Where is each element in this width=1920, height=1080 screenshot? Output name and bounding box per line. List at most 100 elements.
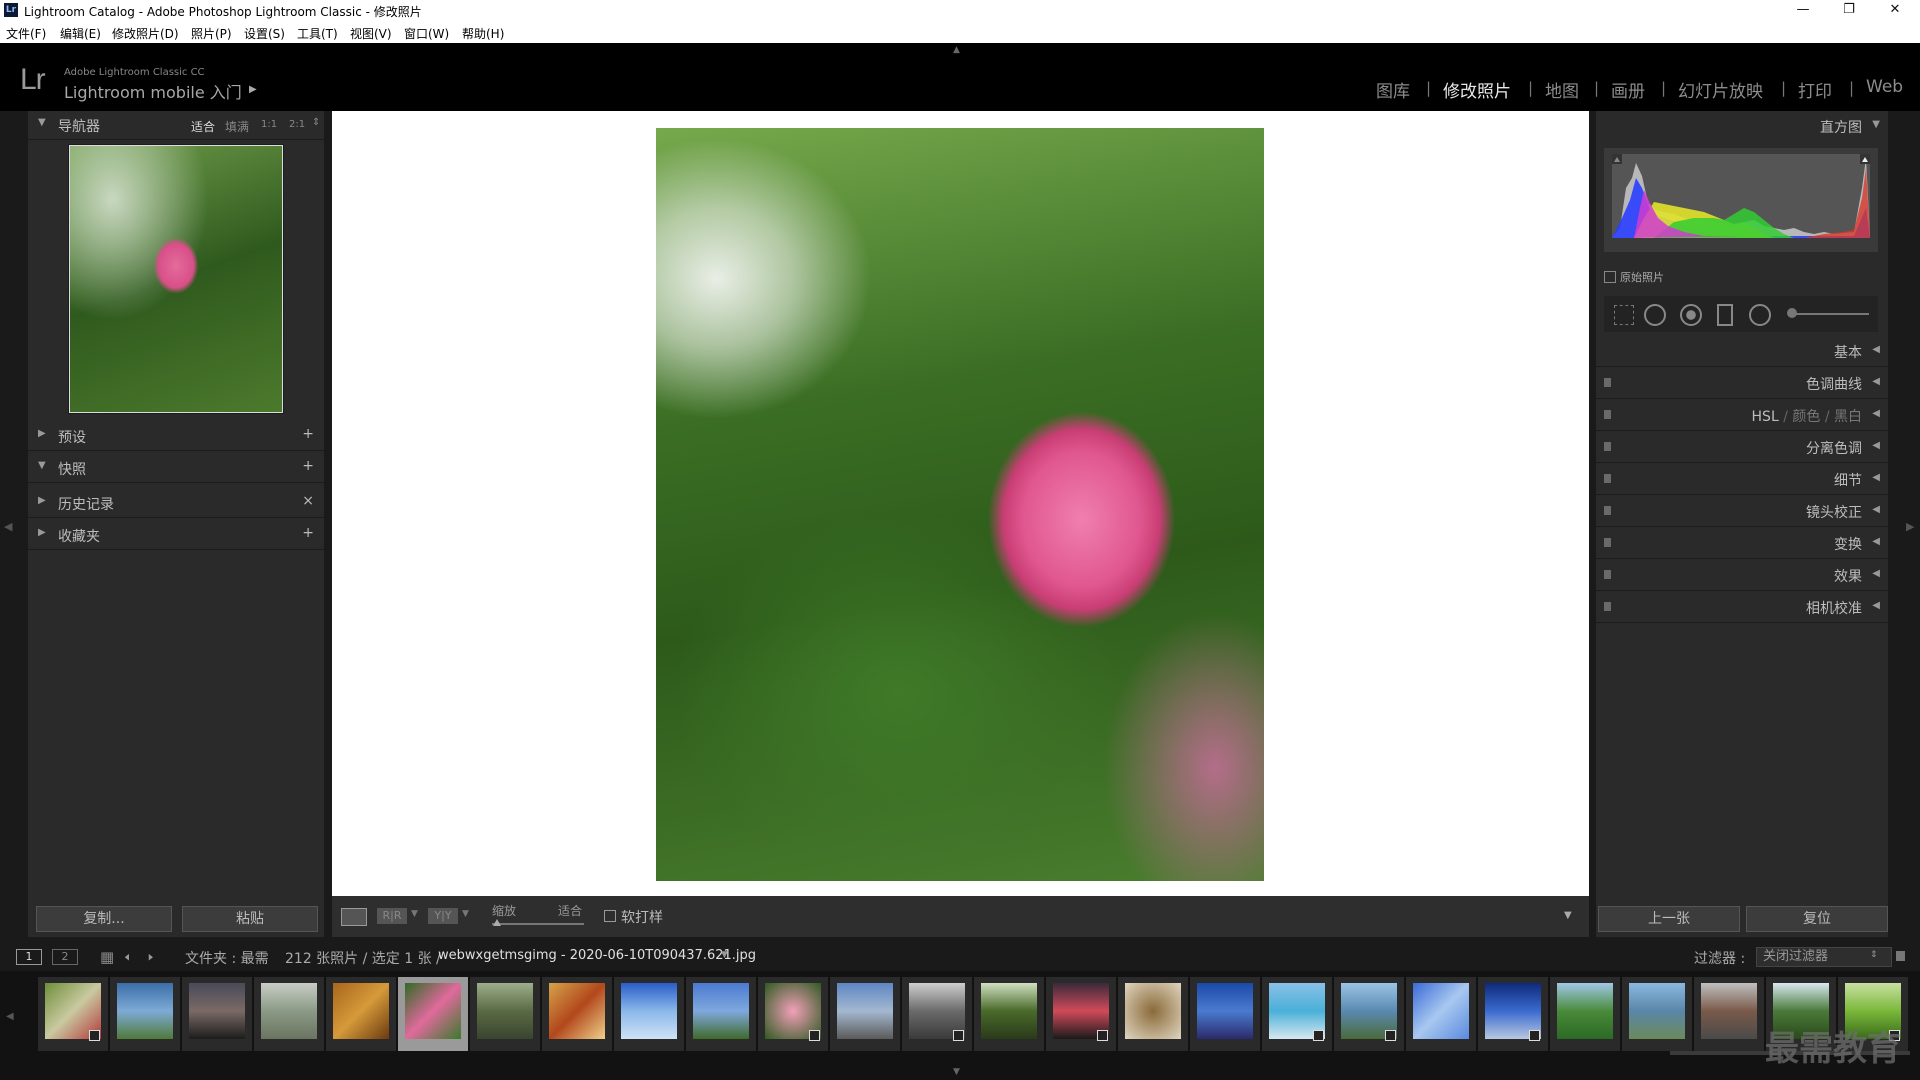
original-photo-checkbox[interactable] xyxy=(1604,271,1616,283)
menu-tools[interactable]: 工具(T) xyxy=(297,25,338,42)
minimize-icon[interactable]: — xyxy=(1780,0,1826,22)
expand-triangle-icon[interactable]: ◀ xyxy=(1872,504,1880,515)
expand-triangle-icon[interactable]: ◀ xyxy=(1872,408,1880,419)
play-arrow-icon[interactable]: ▶ xyxy=(249,84,257,95)
collapse-left-panel-icon[interactable]: ◀ xyxy=(4,520,12,533)
panel-lens-corrections[interactable]: 镜头校正 ◀ xyxy=(1596,496,1888,527)
forward-arrow-icon[interactable]: 🢒 xyxy=(148,947,154,972)
zoom-more-icon[interactable]: ⇕ xyxy=(312,117,320,128)
zoom-1-1[interactable]: 1:1 xyxy=(261,119,277,130)
collapse-triangle-icon[interactable]: ▼ xyxy=(1872,119,1880,130)
histogram-header[interactable]: 直方图 ▼ xyxy=(1596,111,1888,141)
expand-triangle-icon[interactable]: ▼ xyxy=(38,117,46,128)
filmstrip-cell[interactable] xyxy=(182,977,252,1051)
red-eye-icon[interactable] xyxy=(1680,304,1702,326)
menu-view[interactable]: 视图(V) xyxy=(350,25,392,42)
panel-switch-icon[interactable] xyxy=(1604,378,1611,387)
radial-filter-icon[interactable] xyxy=(1749,304,1771,326)
module-map[interactable]: 地图 xyxy=(1545,77,1579,102)
back-arrow-icon[interactable]: 🢐 xyxy=(124,947,130,972)
zoom-2-1[interactable]: 2:1 xyxy=(289,119,305,130)
filmstrip-cell[interactable] xyxy=(542,977,612,1051)
panel-switch-icon[interactable] xyxy=(1604,506,1611,515)
filmstrip-cell[interactable] xyxy=(470,977,540,1051)
filmstrip-cell[interactable] xyxy=(1478,977,1548,1051)
source-folder[interactable]: 文件夹 : 最需 xyxy=(185,948,269,968)
menu-file[interactable]: 文件(F) xyxy=(6,25,46,42)
filmstrip-cell[interactable] xyxy=(1046,977,1116,1051)
menu-window[interactable]: 窗口(W) xyxy=(404,25,449,42)
soft-proof-checkbox[interactable] xyxy=(604,910,616,922)
panel-switch-icon[interactable] xyxy=(1604,570,1611,579)
module-book[interactable]: 画册 xyxy=(1611,77,1645,102)
menu-develop[interactable]: 修改照片(D) xyxy=(112,25,179,42)
module-print[interactable]: 打印 xyxy=(1798,77,1832,102)
expand-triangle-icon[interactable]: ◀ xyxy=(1872,376,1880,387)
collapse-bottom-panel-icon[interactable]: ▼ xyxy=(953,1067,960,1077)
dropdown-arrow-icon[interactable]: ▼ xyxy=(462,909,469,919)
filmstrip-cell[interactable] xyxy=(974,977,1044,1051)
bw-tab[interactable]: 黑白 xyxy=(1834,409,1862,425)
expand-triangle-icon[interactable]: ▼ xyxy=(38,460,46,471)
menu-settings[interactable]: 设置(S) xyxy=(244,25,285,42)
copy-settings-button[interactable]: 复制... xyxy=(36,906,172,932)
color-tab[interactable]: 颜色 xyxy=(1792,409,1820,425)
panel-transform[interactable]: 变换 ◀ xyxy=(1596,528,1888,559)
panel-switch-icon[interactable] xyxy=(1604,538,1611,547)
history-header[interactable]: ▶ 历史记录 × xyxy=(28,489,324,518)
filmstrip-cell[interactable] xyxy=(254,977,324,1051)
filmstrip-cell[interactable] xyxy=(38,977,108,1051)
expand-triangle-icon[interactable]: ◀ xyxy=(1872,536,1880,547)
expand-triangle-icon[interactable]: ◀ xyxy=(1872,568,1880,579)
zoom-slider-thumb[interactable] xyxy=(493,919,501,926)
panel-switch-icon[interactable] xyxy=(1604,602,1611,611)
panel-switch-icon[interactable] xyxy=(1604,442,1611,451)
presets-header[interactable]: ▶ 预设 + xyxy=(28,422,324,451)
expand-triangle-icon[interactable]: ▶ xyxy=(38,527,46,538)
filmstrip-cell[interactable] xyxy=(686,977,756,1051)
filmstrip-cell[interactable] xyxy=(830,977,900,1051)
zoom-fit[interactable]: 适合 xyxy=(191,118,215,135)
expand-triangle-icon[interactable]: ◀ xyxy=(1872,440,1880,451)
filmstrip-cell[interactable] xyxy=(758,977,828,1051)
paste-settings-button[interactable]: 粘贴 xyxy=(182,906,318,932)
filmstrip-cell[interactable] xyxy=(1622,977,1692,1051)
zoom-slider[interactable] xyxy=(492,923,584,925)
filmstrip-cell[interactable] xyxy=(1262,977,1332,1051)
module-slideshow[interactable]: 幻灯片放映 xyxy=(1678,77,1763,102)
filter-dropdown-icon[interactable]: ⇕ xyxy=(1870,950,1878,960)
expand-triangle-icon[interactable]: ◀ xyxy=(1872,344,1880,355)
filmstrip-cell[interactable] xyxy=(110,977,180,1051)
before-after-lr-icon[interactable]: R|R xyxy=(377,908,407,924)
expand-triangle-icon[interactable]: ◀ xyxy=(1872,472,1880,483)
lightroom-mobile-link[interactable]: Lightroom mobile 入门 xyxy=(64,79,242,103)
grid-view-icon[interactable]: ▦ xyxy=(100,948,114,966)
histogram-display[interactable] xyxy=(1604,148,1878,252)
hsl-tab[interactable]: HSL xyxy=(1752,409,1779,425)
panel-tone-curve[interactable]: 色调曲线 ◀ xyxy=(1596,368,1888,399)
menu-help[interactable]: 帮助(H) xyxy=(462,25,504,42)
module-develop[interactable]: 修改照片 xyxy=(1443,77,1511,102)
dropdown-arrow-icon[interactable]: ▼ xyxy=(411,909,418,919)
filter-lock-icon[interactable] xyxy=(1896,951,1905,961)
filmstrip-cell[interactable] xyxy=(1334,977,1404,1051)
loupe-view-icon[interactable] xyxy=(341,908,367,926)
panel-basic[interactable]: 基本 ◀ xyxy=(1596,336,1888,367)
filmstrip-cell[interactable] xyxy=(1406,977,1476,1051)
snapshots-header[interactable]: ▼ 快照 + xyxy=(28,454,324,483)
restore-icon[interactable]: ❐ xyxy=(1826,0,1872,22)
main-window-button[interactable]: 1 xyxy=(16,949,42,965)
menu-photo[interactable]: 照片(P) xyxy=(191,25,232,42)
expand-triangle-icon[interactable]: ▶ xyxy=(38,495,46,506)
current-filename[interactable]: webwxgetmsgimg - 2020-06-10T090437.621.j… xyxy=(438,948,756,963)
panel-split-toning[interactable]: 分离色调 ◀ xyxy=(1596,432,1888,463)
expand-triangle-icon[interactable]: ▶ xyxy=(38,428,46,439)
adjustment-brush-icon[interactable] xyxy=(1787,308,1797,318)
collapse-right-panel-icon[interactable]: ▶ xyxy=(1906,520,1914,533)
expand-triangle-icon[interactable]: ◀ xyxy=(1872,600,1880,611)
spot-removal-icon[interactable] xyxy=(1644,304,1666,326)
reset-button[interactable]: 复位 xyxy=(1746,906,1888,932)
add-preset-icon[interactable]: + xyxy=(302,426,314,442)
filmstrip-cell[interactable] xyxy=(326,977,396,1051)
collections-header[interactable]: ▶ 收藏夹 + xyxy=(28,521,324,550)
